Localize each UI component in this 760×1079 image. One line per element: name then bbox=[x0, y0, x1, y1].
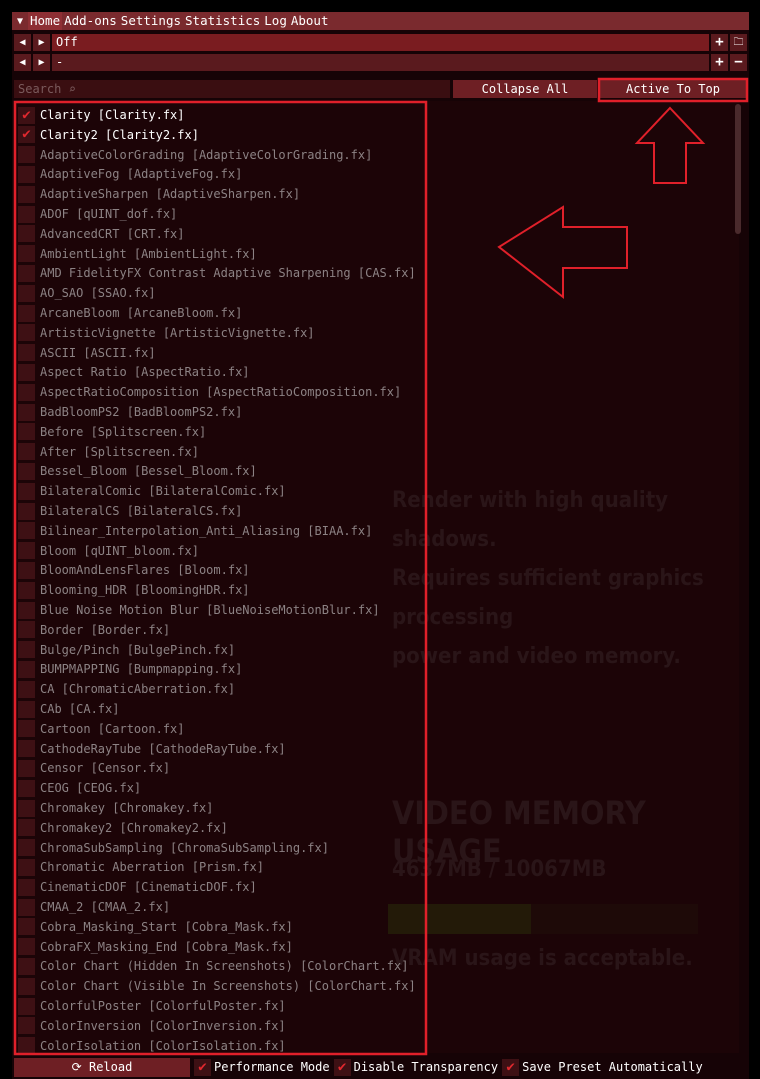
list-highlight-box bbox=[13, 100, 428, 1056]
annotation-overlay bbox=[13, 77, 749, 1056]
left-arrow-icon bbox=[497, 205, 628, 300]
button-highlight-box bbox=[597, 77, 749, 103]
up-arrow-icon bbox=[634, 106, 706, 184]
